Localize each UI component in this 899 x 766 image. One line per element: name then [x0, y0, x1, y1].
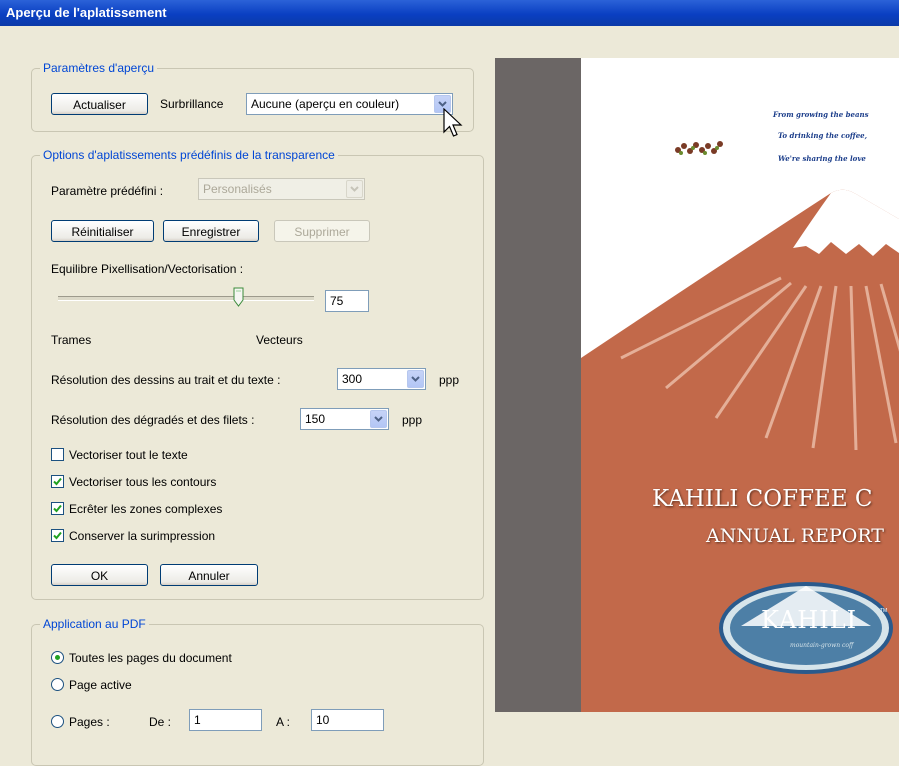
radio-label: Toutes les pages du document: [69, 651, 232, 665]
chevron-down-icon[interactable]: [370, 410, 387, 428]
apply-to-pdf-group: Application au PDF: [31, 617, 484, 766]
logo-tagline: mountain-grown coff: [790, 642, 854, 649]
window-title: Aperçu de l'aplatissement: [6, 5, 167, 20]
cancel-button[interactable]: Annuler: [160, 564, 258, 586]
lineart-resolution-label: Résolution des dessins au trait et du te…: [51, 373, 281, 387]
tagline-1: From growing the beans: [773, 110, 869, 119]
checkbox-box[interactable]: [51, 475, 64, 488]
radio-button[interactable]: [51, 651, 64, 664]
document-page: From growing the beans To drinking the c…: [581, 58, 899, 712]
slider-thumb[interactable]: [233, 287, 244, 307]
checkbox-label: Vectoriser tous les contours: [69, 475, 217, 489]
lineart-unit: ppp: [439, 373, 460, 387]
balance-slider[interactable]: [58, 287, 314, 309]
gradient-resolution-dropdown[interactable]: 150: [300, 408, 389, 430]
checkbox-preserve-overprint[interactable]: Conserver la surimpression: [51, 528, 301, 544]
mouse-pointer-icon: [443, 108, 463, 137]
checkbox-box[interactable]: [51, 502, 64, 515]
vectors-label: Vecteurs: [256, 333, 303, 347]
balance-label: Equilibre Pixellisation/Vectorisation :: [51, 262, 244, 276]
radio-dot: [55, 655, 60, 660]
logo-tm: TM: [880, 608, 888, 614]
to-label: A :: [276, 715, 291, 729]
highlight-value: Aucune (aperçu en couleur): [251, 97, 400, 111]
to-page-field[interactable]: [311, 709, 384, 731]
checkbox-vectorize-strokes[interactable]: Vectoriser tous les contours: [51, 474, 301, 490]
radio-pages[interactable]: Pages :: [51, 714, 141, 730]
radio-button[interactable]: [51, 715, 64, 728]
checkbox-box[interactable]: [51, 448, 64, 461]
checkbox-label: Vectoriser tout le texte: [69, 448, 188, 462]
slider-track: [58, 296, 314, 301]
checkbox-label: Conserver la surimpression: [69, 529, 216, 543]
gradient-unit: ppp: [402, 413, 423, 427]
from-page-field[interactable]: [189, 709, 262, 731]
cover-subtitle: ANNUAL REPORT: [706, 525, 884, 547]
preset-dropdown[interactable]: Personalisés: [198, 178, 365, 200]
save-button[interactable]: Enregistrer: [163, 220, 259, 242]
apply-to-pdf-legend: Application au PDF: [40, 617, 149, 631]
preview-pane[interactable]: From growing the beans To drinking the c…: [495, 58, 899, 712]
tagline-3: We're sharing the love: [778, 154, 866, 163]
check-icon: [53, 531, 62, 540]
radio-active-page[interactable]: Page active: [51, 677, 251, 693]
preset-label: Paramètre prédéfini :: [51, 184, 164, 198]
lineart-resolution-dropdown[interactable]: 300: [337, 368, 426, 390]
checkbox-vectorize-text[interactable]: Vectoriser tout le texte: [51, 447, 301, 463]
delete-button[interactable]: Supprimer: [274, 220, 370, 242]
refresh-button[interactable]: Actualiser: [51, 93, 148, 115]
preview-settings-legend: Paramètres d'aperçu: [40, 61, 158, 75]
slider-thumb-icon: [233, 287, 244, 307]
radio-button[interactable]: [51, 678, 64, 691]
reset-button[interactable]: Réinitialiser: [51, 220, 154, 242]
gradient-resolution-label: Résolution des dégradés et des filets :: [51, 413, 255, 427]
check-icon: [53, 504, 62, 513]
balance-value-field[interactable]: [325, 290, 369, 312]
window-title-bar: Aperçu de l'aplatissement: [0, 0, 899, 26]
chevron-down-icon[interactable]: [346, 180, 363, 198]
checkbox-clip-complex[interactable]: Ecrêter les zones complexes: [51, 501, 301, 517]
cover-title: KAHILI COFFEE C: [652, 486, 873, 512]
chevron-down-icon[interactable]: [407, 370, 424, 388]
ok-button[interactable]: OK: [51, 564, 148, 586]
from-label: De :: [149, 715, 172, 729]
rasters-label: Trames: [51, 333, 92, 347]
radio-label: Pages :: [69, 715, 110, 729]
preset-value: Personalisés: [203, 182, 272, 196]
tagline-2: To drinking the coffee,: [778, 131, 868, 140]
highlight-dropdown[interactable]: Aucune (aperçu en couleur): [246, 93, 453, 115]
presets-legend: Options d'aplatissements prédéfinis de l…: [40, 148, 338, 162]
check-icon: [53, 477, 62, 486]
checkbox-label: Ecrêter les zones complexes: [69, 502, 223, 516]
lineart-resolution-value: 300: [342, 372, 363, 386]
gradient-resolution-value: 150: [305, 412, 326, 426]
radio-all-pages[interactable]: Toutes les pages du document: [51, 650, 311, 666]
checkbox-box[interactable]: [51, 529, 64, 542]
highlight-label: Surbrillance: [160, 97, 224, 111]
radio-label: Page active: [69, 678, 132, 692]
logo-text: KAHILI: [761, 606, 858, 634]
